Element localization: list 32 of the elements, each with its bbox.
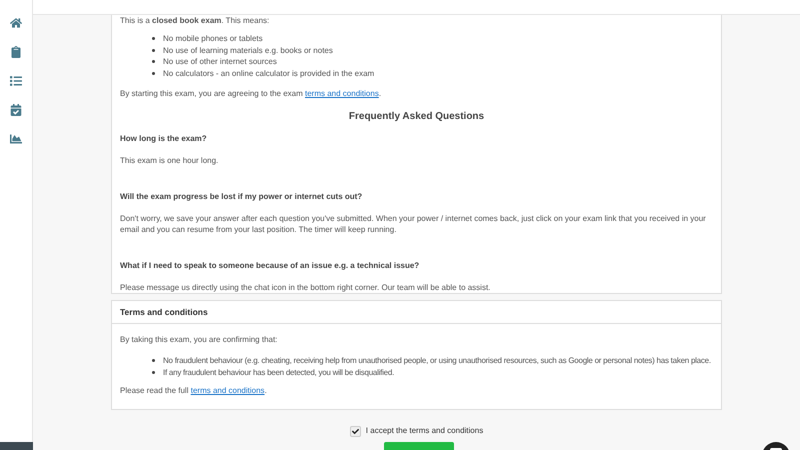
terms-item: If any fraudulent behaviour has been detected, you will be disqualified. bbox=[152, 366, 713, 378]
read-text: Please read the full terms and conditions. bbox=[120, 385, 268, 397]
bullet-icon bbox=[152, 37, 155, 40]
agree-text: By starting this exam, you are agreeing to the exam terms and conditions. bbox=[120, 88, 382, 100]
calendar-check-icon[interactable] bbox=[9, 102, 23, 118]
rule-item: No use of learning materials e.g. books or notes bbox=[152, 44, 713, 56]
list-icon[interactable] bbox=[9, 73, 23, 89]
rule-item: No calculators - an online calculator is provided in the exam bbox=[152, 68, 713, 79]
accept-label: I accept the terms and conditions bbox=[366, 425, 484, 437]
faq-question: Will the exam progress be lost if my power or internet cuts out? bbox=[120, 191, 364, 203]
accept-checkbox[interactable] bbox=[350, 426, 361, 436]
bullet-icon bbox=[152, 72, 155, 74]
terms-link[interactable]: terms and conditions bbox=[305, 89, 379, 98]
faq-answer: Don't worry, we save your answer after each question you've submitted. When your power / internet comes back, just click on your exam link that you received in your email and you can resume from your last position. The timer will keep running. bbox=[120, 213, 707, 235]
bullet-icon bbox=[152, 60, 155, 63]
faq-answer: Please message us directly using the chat icon in the bottom right corner. Our team will be able to assist. bbox=[120, 282, 492, 293]
terms-intro: By taking this exam, you are confirming that: bbox=[120, 334, 278, 346]
terms-title: Terms and conditions bbox=[112, 301, 721, 324]
rule-item: No use of other internet sources bbox=[152, 56, 713, 68]
bullet-icon bbox=[152, 370, 155, 374]
faq-title: Frequently Asked Questions bbox=[348, 110, 486, 124]
rule-item: No mobile phones or tablets bbox=[152, 33, 713, 44]
faq-question: What if I need to speak to someone because of an issue e.g. a technical issue? bbox=[120, 260, 420, 272]
bullet-icon bbox=[152, 48, 155, 52]
faq-question: How long is the exam? bbox=[120, 133, 208, 145]
sidebar-footer bbox=[0, 442, 33, 450]
intro-text: This is a closed book exam. This means: bbox=[120, 16, 270, 26]
bullet-icon bbox=[152, 359, 155, 362]
terms-item: No fraudulent behaviour (e.g. cheating, receiving help from unauthorised people, or using unauthorised resources, such as Google or personal notes) has taken place. bbox=[152, 355, 713, 366]
terms-link[interactable]: terms and conditions bbox=[190, 386, 265, 395]
faq-answer: This exam is one hour long. bbox=[120, 155, 220, 166]
clipboard-icon[interactable] bbox=[9, 44, 23, 60]
